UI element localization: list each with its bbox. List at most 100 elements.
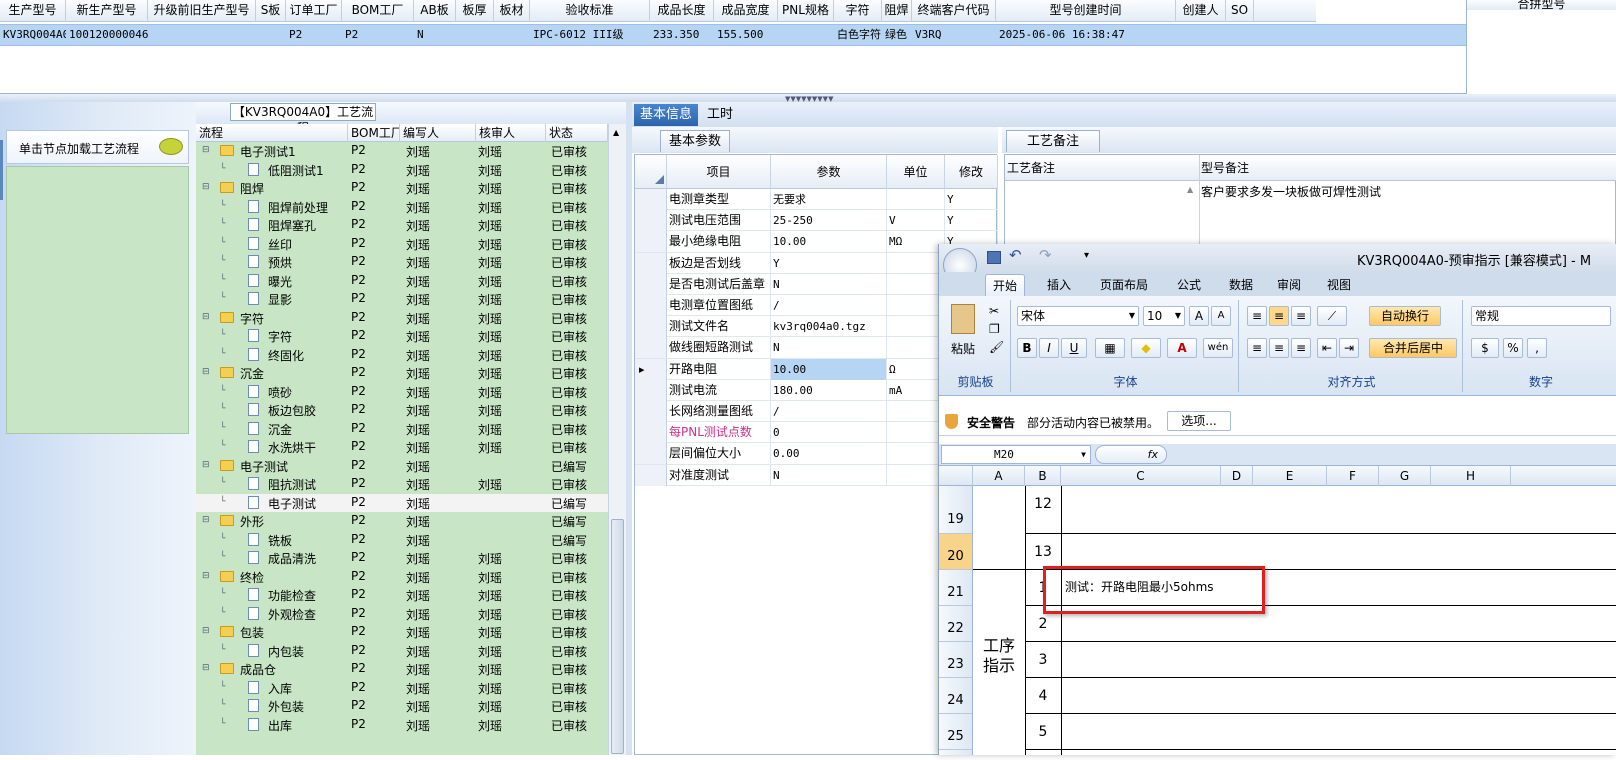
collapse-icon[interactable]: ⊟ bbox=[202, 182, 210, 192]
paste-button[interactable]: 粘贴 bbox=[951, 340, 975, 357]
param-unit[interactable] bbox=[887, 273, 945, 295]
row-selector[interactable] bbox=[635, 273, 667, 295]
increase-indent-icon[interactable]: ⇥ bbox=[1339, 338, 1359, 358]
grid-cell[interactable]: 2025-06-06 16:38:47 bbox=[996, 25, 1176, 45]
row-header[interactable]: 20 bbox=[939, 534, 972, 570]
list-item[interactable]: ⊟ 电子测试1 P2 刘瑶 刘瑶 已审核 bbox=[196, 142, 608, 161]
param-unit[interactable] bbox=[887, 422, 945, 444]
align-right-icon[interactable]: ≡ bbox=[1291, 338, 1311, 358]
list-item[interactable]: └ 曝光 P2 刘瑶 刘瑶 已审核 bbox=[196, 272, 608, 291]
row-selector[interactable] bbox=[635, 379, 667, 401]
list-item[interactable]: ⊟ 终检 P2 刘瑶 刘瑶 已审核 bbox=[196, 568, 608, 587]
align-left-icon[interactable]: ≡ bbox=[1247, 338, 1267, 358]
param-param[interactable]: 180.00 bbox=[771, 379, 887, 401]
column-header[interactable]: B bbox=[1025, 466, 1061, 486]
param-param[interactable]: N bbox=[771, 337, 887, 359]
param-param[interactable]: N bbox=[771, 273, 887, 295]
collapse-icon[interactable]: ⊟ bbox=[202, 460, 210, 470]
align-top-icon[interactable]: ≡ bbox=[1247, 306, 1267, 326]
grid-cell[interactable] bbox=[456, 25, 494, 45]
grid-col-header[interactable]: S板 bbox=[256, 0, 286, 22]
param-param[interactable]: 0 bbox=[771, 422, 887, 444]
param-item[interactable]: 是否电测试后盖章 bbox=[667, 273, 771, 295]
cell-b[interactable]: 2 bbox=[1027, 610, 1059, 638]
tree-col-writer[interactable]: 编写人 bbox=[400, 124, 476, 142]
param-unit[interactable] bbox=[887, 337, 945, 359]
column-header[interactable]: G bbox=[1379, 466, 1431, 486]
param-item[interactable]: 电测章类型 bbox=[667, 189, 771, 210]
grid-col-header[interactable]: 板材 bbox=[494, 0, 530, 22]
grid-cell[interactable]: P2 bbox=[342, 25, 414, 45]
fx-button[interactable]: fx bbox=[1095, 445, 1167, 464]
grid-col-header[interactable]: 阻焊 bbox=[882, 0, 912, 22]
grid-col-header[interactable]: 终端客户代码 bbox=[912, 0, 996, 22]
ribbon-tab[interactable]: 插入 bbox=[1037, 274, 1081, 296]
col-unit[interactable]: 单位 bbox=[887, 155, 945, 189]
grid-col-header[interactable]: 订单工厂 bbox=[286, 0, 342, 22]
underline-icon[interactable]: U bbox=[1061, 338, 1087, 358]
column-header[interactable]: H bbox=[1431, 466, 1511, 486]
grid-cell[interactable]: KV3RQ004A0 bbox=[0, 25, 66, 45]
collapse-icon[interactable]: ⊟ bbox=[202, 663, 210, 673]
param-item[interactable]: 测试电压范围 bbox=[667, 210, 771, 232]
row-selector[interactable] bbox=[635, 189, 667, 210]
list-item[interactable]: └ 低阻测试1 P2 刘瑶 刘瑶 已审核 bbox=[196, 161, 608, 180]
param-unit[interactable]: mA bbox=[887, 379, 945, 401]
grid-col-header[interactable]: BOM工厂 bbox=[342, 0, 414, 22]
list-item[interactable]: └ 喷砂 P2 刘瑶 刘瑶 已审核 bbox=[196, 383, 608, 402]
param-param[interactable]: N bbox=[771, 464, 887, 486]
horizontal-splitter[interactable]: ▼▼▼▼▼▼▼▼▼ bbox=[0, 94, 1616, 103]
orientation-icon[interactable]: ⟋ bbox=[1317, 306, 1347, 326]
param-item[interactable]: 电测章位置图纸 bbox=[667, 295, 771, 316]
grid-cell[interactable] bbox=[256, 25, 286, 45]
grid-cell[interactable]: 233.350 bbox=[650, 25, 714, 45]
qat-dropdown-icon[interactable]: ▾ bbox=[1084, 250, 1089, 261]
column-header[interactable]: E bbox=[1253, 466, 1327, 486]
list-item[interactable]: └ 阻焊前处理 P2 刘瑶 刘瑶 已审核 bbox=[196, 198, 608, 217]
row-selector[interactable] bbox=[635, 464, 667, 486]
cell-b[interactable]: 4 bbox=[1027, 682, 1059, 710]
param-unit[interactable]: Ω bbox=[887, 358, 945, 380]
ribbon-tab[interactable]: 审阅 bbox=[1269, 274, 1309, 296]
grid-cell[interactable]: 155.500 bbox=[714, 25, 778, 45]
param-unit[interactable] bbox=[887, 443, 945, 465]
grid-cell[interactable] bbox=[1176, 25, 1226, 45]
column-header[interactable]: F bbox=[1327, 466, 1379, 486]
tree-col-status[interactable]: 状态 bbox=[546, 124, 608, 142]
list-item[interactable]: └ 板边包胶 P2 刘瑶 刘瑶 已审核 bbox=[196, 401, 608, 420]
name-box[interactable]: M20 ▼ bbox=[941, 445, 1091, 464]
row-header[interactable]: 21 bbox=[939, 570, 972, 606]
grid-col-header[interactable]: 创建人 bbox=[1176, 0, 1226, 22]
row-header[interactable]: 24 bbox=[939, 678, 972, 714]
row-selector[interactable] bbox=[635, 443, 667, 465]
param-item[interactable]: 最小绝缘电阻 bbox=[667, 231, 771, 253]
phonetic-icon[interactable]: wén bbox=[1203, 338, 1233, 358]
cut-icon[interactable]: ✂ bbox=[989, 304, 999, 318]
param-param[interactable]: 无要求 bbox=[771, 189, 887, 210]
wrap-text-button[interactable]: 自动换行 bbox=[1369, 306, 1441, 326]
collapse-icon[interactable]: ⊟ bbox=[202, 571, 210, 581]
italic-icon[interactable]: I bbox=[1039, 338, 1059, 358]
column-header[interactable]: A bbox=[973, 466, 1025, 486]
list-item[interactable]: ⊟ 沉金 P2 刘瑶 刘瑶 已审核 bbox=[196, 364, 608, 383]
grid-col-header[interactable]: 升级前旧生产型号 bbox=[148, 0, 256, 22]
scroll-thumb[interactable] bbox=[611, 519, 624, 754]
fill-color-icon[interactable]: ◆ bbox=[1131, 338, 1161, 358]
list-item[interactable]: └ 阻焊塞孔 P2 刘瑶 刘瑶 已审核 bbox=[196, 216, 608, 235]
shrink-font-icon[interactable]: A bbox=[1211, 306, 1231, 326]
hint-bar[interactable]: 单击节点加载工艺流程 bbox=[6, 130, 189, 164]
grid-col-header[interactable]: 板厚 bbox=[456, 0, 494, 22]
collapse-icon[interactable]: ⊟ bbox=[202, 312, 210, 322]
options-button[interactable]: 选项... bbox=[1167, 411, 1231, 431]
basic-params-tab[interactable]: 基本参数 bbox=[660, 130, 730, 152]
list-item[interactable]: ⊟ 成品仓 P2 刘瑶 刘瑶 已审核 bbox=[196, 660, 608, 679]
redo-icon[interactable]: ↷ bbox=[1039, 246, 1052, 264]
table-row[interactable]: KV3RQ004A010012000004641P2P2NIPC-6012 II… bbox=[0, 24, 1466, 46]
list-item[interactable]: └ 铣板 P2 刘瑶 已编写 bbox=[196, 531, 608, 550]
font-name-select[interactable]: 宋体 ▼ bbox=[1017, 306, 1139, 326]
list-item[interactable]: └ 显影 P2 刘瑶 刘瑶 已审核 bbox=[196, 290, 608, 309]
font-size-select[interactable]: 10 ▼ bbox=[1143, 306, 1185, 326]
param-param[interactable]: 10.00 bbox=[771, 358, 887, 380]
ribbon-tab[interactable]: 页面布局 bbox=[1091, 274, 1157, 296]
grid-col-header[interactable]: 生产型号 bbox=[0, 0, 66, 22]
